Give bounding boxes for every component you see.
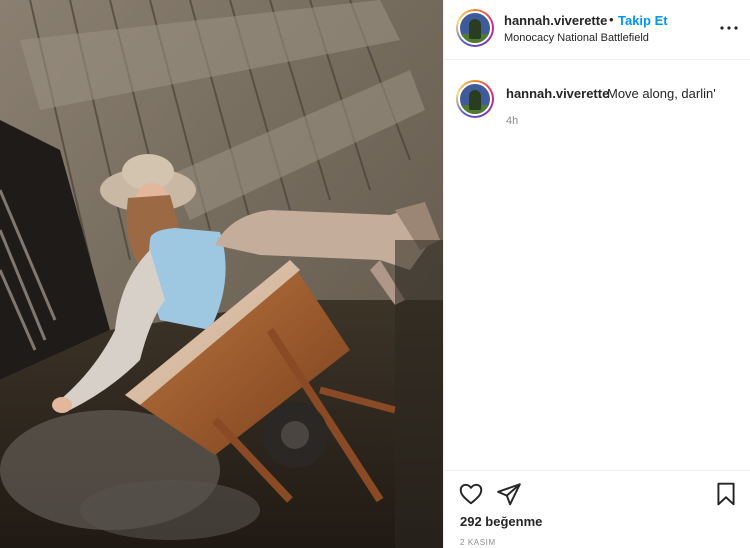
paper-plane-icon[interactable] <box>496 481 522 507</box>
author-avatar[interactable] <box>456 9 494 47</box>
instagram-post: hannah.viverette • Takip Et Monocacy Nat… <box>0 0 750 548</box>
more-icon-graphic <box>720 26 738 30</box>
caption-time[interactable]: 4h <box>506 115 518 127</box>
post-actions: 292 beğenme 2 KASIM <box>444 470 750 548</box>
avatar-figure <box>469 19 481 39</box>
follow-button[interactable]: Takip Et <box>618 13 668 28</box>
post-header: hannah.viverette • Takip Et Monocacy Nat… <box>444 0 750 60</box>
caption-avatar[interactable] <box>456 80 494 118</box>
caption-text: Move along, darlin' <box>607 86 716 101</box>
location-link[interactable]: Monocacy National Battlefield <box>504 32 649 44</box>
separator-dot: • <box>609 12 614 27</box>
caption-username[interactable]: hannah.viverette <box>506 86 609 101</box>
post-photo[interactable] <box>0 0 443 548</box>
author-username[interactable]: hannah.viverette <box>504 13 607 28</box>
photo-illustration <box>0 0 443 548</box>
avatar-figure <box>469 90 481 110</box>
avatar-image <box>458 82 492 116</box>
bookmark-icon-graphic <box>717 482 735 506</box>
likes-count[interactable]: 292 beğenme <box>460 514 542 529</box>
more-horizontal-icon[interactable] <box>717 18 741 38</box>
paper-plane-icon-graphic <box>497 483 521 506</box>
post-details-panel: hannah.viverette • Takip Et Monocacy Nat… <box>443 0 750 548</box>
bookmark-icon[interactable] <box>713 481 739 507</box>
post-date[interactable]: 2 KASIM <box>460 538 496 547</box>
heart-icon-graphic <box>459 483 483 505</box>
heart-icon[interactable] <box>458 481 484 507</box>
avatar-image <box>458 11 492 45</box>
caption-comment: hannah.viverette Move along, darlin' 4h <box>444 75 750 145</box>
